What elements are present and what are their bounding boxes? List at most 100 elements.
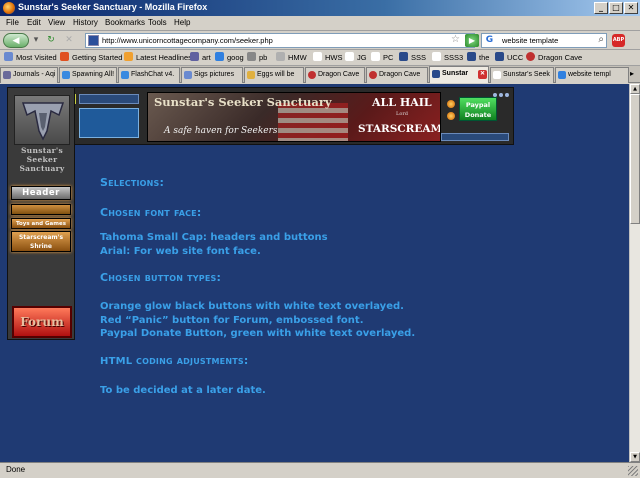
button-line: Red “Panic” button for Forum, embossed f… [100, 314, 364, 326]
bookmark-pb[interactable]: pb [247, 52, 267, 64]
scroll-down-icon[interactable]: ▼ [630, 452, 640, 462]
resize-grip-icon[interactable] [628, 466, 638, 476]
google-icon[interactable]: G [484, 35, 495, 46]
bookmark-ucc[interactable]: UCC [495, 52, 523, 64]
tab-favicon-icon [62, 71, 70, 79]
tab-list-icon[interactable]: ▸ [630, 69, 634, 78]
status-text: Done [6, 465, 26, 474]
rss-icon [124, 52, 133, 61]
menu-view[interactable]: View [48, 18, 65, 27]
site-banner: Sunstar's Seeker Sanctuary A safe haven … [147, 92, 441, 142]
nav-toys-games-button[interactable]: Toys and Games [11, 218, 71, 229]
menu-file[interactable]: File [6, 18, 19, 27]
button-line: Paypal Donate Button, green with white t… [100, 328, 416, 339]
tab-dragon-cave-2[interactable]: Dragon Cave [366, 67, 428, 83]
folder-icon [4, 52, 13, 61]
close-button[interactable]: ✕ [624, 2, 638, 14]
tab-sunstars-seek[interactable]: Sunstar's Seek [490, 67, 554, 83]
bookmark-pc[interactable]: PC [371, 52, 393, 64]
tab-favicon-icon [121, 71, 129, 79]
bookmark-sss[interactable]: SSS [399, 52, 426, 64]
menu-help[interactable]: Help [174, 18, 190, 27]
button-line: Orange glow black buttons with white tex… [100, 301, 404, 312]
bookmark-getting-started[interactable]: Getting Started [60, 52, 122, 64]
paypal-donate-button[interactable]: Paypal Donate [459, 97, 497, 121]
menu-history[interactable]: History [73, 18, 98, 27]
tab-journals[interactable]: Journals - Aqi [0, 67, 58, 83]
menu-tools[interactable]: Tools [148, 18, 167, 27]
search-icon[interactable]: ⌕ [598, 34, 604, 45]
vertical-scrollbar[interactable]: ▲ ▼ [629, 84, 640, 462]
bookmark-art[interactable]: art [190, 52, 211, 64]
search-input[interactable] [502, 35, 592, 46]
maximize-button[interactable]: □ [609, 2, 623, 14]
bookmark-jg[interactable]: JG [345, 52, 367, 64]
all-hail-text: ALL HAIL [372, 96, 432, 109]
bookmark-latest-headlines[interactable]: Latest Headlines [124, 52, 192, 64]
font-line: Arial: For web site font face. [100, 245, 261, 257]
bookmark-hmw[interactable]: HMW [276, 52, 307, 64]
bookmark-dragon-cave[interactable]: Dragon Cave [526, 52, 582, 64]
scroll-up-icon[interactable]: ▲ [630, 84, 640, 94]
search-bar[interactable]: G ⌕ [481, 33, 607, 48]
minimize-button[interactable]: _ [594, 2, 608, 14]
scrollbar-thumb[interactable] [630, 94, 640, 224]
tab-spawning[interactable]: Spawning All! [59, 67, 117, 83]
title-bar: Sunstar's Seeker Sanctuary - Mozilla Fir… [0, 0, 640, 16]
tab-flashchat[interactable]: FlashChat v4. [118, 67, 180, 83]
banner-title: Sunstar's Seeker Sanctuary [154, 95, 332, 109]
site-favicon-icon [88, 35, 99, 46]
button-heading: Chosen button types: [100, 271, 222, 284]
tab-favicon-icon [3, 71, 11, 79]
adblock-icon[interactable]: ABP [612, 34, 625, 47]
tab-website-template[interactable]: website templ [555, 67, 629, 83]
light-icon [447, 112, 455, 120]
tab-sigs-pictures[interactable]: Sigs pictures [181, 67, 243, 83]
bookmark-hws[interactable]: HWS [313, 52, 343, 64]
bookmark-most-visited[interactable]: Most Visited [4, 52, 57, 64]
page-icon [345, 52, 354, 61]
side-navigation: Sunstar's Seeker Sanctuary Header Toys a… [7, 87, 75, 340]
menu-edit[interactable]: Edit [27, 18, 41, 27]
decepticon-logo [14, 95, 70, 145]
bookmark-the[interactable]: the [467, 52, 489, 64]
stop-button[interactable]: ✕ [62, 33, 76, 48]
bookmarks-toolbar: Most Visited Getting Started Latest Head… [0, 50, 640, 66]
nav-blank-button[interactable] [11, 204, 71, 215]
tab-favicon-icon [184, 71, 192, 79]
google-icon [558, 71, 566, 79]
nav-header-button[interactable]: Header [11, 186, 71, 200]
page-viewport: Sunstar's Seeker Sanctuary A safe haven … [0, 84, 629, 462]
bookmark-sss3[interactable]: SSS3 [432, 52, 463, 64]
dragon-egg-icon [526, 52, 535, 61]
header-panel [79, 108, 139, 138]
google-icon [215, 52, 224, 61]
bookmark-star-icon[interactable]: ☆ [451, 34, 460, 45]
banner-subtitle: A safe haven for Seekers [164, 126, 278, 136]
nav-starscream-shrine-button[interactable]: Starscream's Shrine [11, 231, 71, 252]
bookmark-goog[interactable]: goog [215, 52, 244, 64]
tab-sunstar-active[interactable]: Sunstar ✕ [429, 66, 489, 83]
url-bar[interactable]: ☆ ▾ [85, 33, 475, 48]
page-icon [432, 52, 441, 61]
page-icon [493, 71, 501, 79]
header-slot [79, 94, 139, 104]
url-input[interactable] [102, 35, 432, 46]
tab-dragon-cave-1[interactable]: Dragon Cave [305, 67, 365, 83]
firefox-icon [3, 2, 15, 14]
dragon-egg-icon [308, 71, 316, 79]
back-button[interactable]: ◀ [3, 33, 29, 48]
decorative-dots [491, 90, 509, 99]
decepticon-icon [21, 102, 65, 141]
reload-button[interactable]: ↻ [44, 33, 58, 48]
tab-close-icon[interactable]: ✕ [478, 70, 487, 79]
menu-bookmarks[interactable]: Bookmarks [105, 18, 145, 27]
forum-panic-button[interactable]: Forum [12, 306, 72, 338]
site-icon [495, 52, 504, 61]
site-icon [190, 52, 199, 61]
site-icon [399, 52, 408, 61]
history-dropdown-icon[interactable]: ▾ [31, 33, 41, 48]
tab-eggs[interactable]: Eggs will be [244, 67, 304, 83]
go-button[interactable]: ▶ [465, 34, 479, 47]
html-line: To be decided at a later date. [100, 384, 266, 396]
